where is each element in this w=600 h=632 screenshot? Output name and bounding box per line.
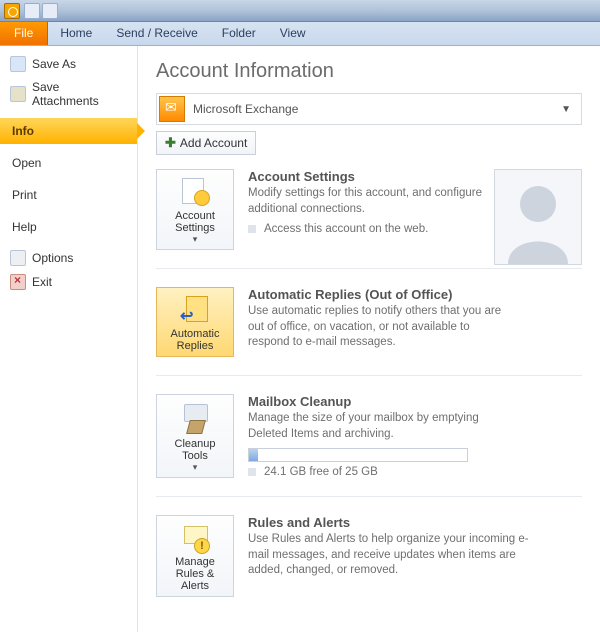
- sidebar-print[interactable]: Print: [0, 182, 137, 208]
- rules-alerts-icon: [178, 522, 212, 552]
- person-silhouette-icon: [498, 174, 578, 264]
- sidebar-item-label: Print: [12, 188, 37, 202]
- section-description: Modify settings for this account, and co…: [248, 186, 508, 217]
- section-heading: Rules and Alerts: [248, 515, 582, 530]
- sidebar-exit[interactable]: Exit: [0, 270, 137, 294]
- exchange-icon: [159, 96, 185, 122]
- sidebar-item-label: Options: [32, 251, 73, 265]
- cleanup-icon: [178, 404, 212, 434]
- plus-icon: ✚: [165, 135, 176, 151]
- ribbon-tab-folder[interactable]: Folder: [210, 22, 268, 45]
- sidebar-open[interactable]: Open: [0, 150, 137, 176]
- sidebar-item-label: Open: [12, 156, 41, 170]
- section-mailbox-cleanup: Cleanup Tools ▾ Mailbox Cleanup Manage t…: [156, 375, 582, 496]
- sidebar-save-attachments[interactable]: Save Attachments: [0, 76, 137, 112]
- profile-avatar: [494, 169, 582, 265]
- sidebar-save-as[interactable]: Save As: [0, 52, 137, 76]
- cleanup-tools-button[interactable]: Cleanup Tools ▾: [156, 394, 234, 478]
- dropdown-caret-icon: ▾: [193, 234, 198, 245]
- button-label: Add Account: [180, 136, 247, 150]
- sidebar-help[interactable]: Help: [0, 214, 137, 240]
- manage-rules-alerts-button[interactable]: Manage Rules & Alerts: [156, 515, 234, 597]
- button-label: Manage Rules & Alerts: [161, 556, 229, 592]
- section-description: Manage the size of your mailbox by empty…: [248, 411, 508, 442]
- ribbon-tab-file[interactable]: File: [0, 22, 48, 45]
- section-rules-alerts: Manage Rules & Alerts Rules and Alerts U…: [156, 496, 582, 615]
- outlook-app-icon: [4, 3, 20, 19]
- sidebar-item-label: Info: [12, 124, 34, 138]
- account-name: Microsoft Exchange: [193, 102, 557, 116]
- dropdown-caret-icon: ▾: [193, 462, 198, 473]
- save-icon: [10, 56, 26, 72]
- sidebar-item-label: Exit: [32, 275, 52, 289]
- ribbon-tabs: File Home Send / Receive Folder View: [0, 22, 600, 46]
- button-label: Automatic Replies: [161, 328, 229, 352]
- backstage-sidebar: Save As Save Attachments Info Open Print…: [0, 46, 138, 632]
- sidebar-item-label: Save Attachments: [32, 80, 127, 108]
- exit-icon: [10, 274, 26, 290]
- backstage-content: Account Information Microsoft Exchange ▼…: [138, 46, 600, 632]
- mailbox-usage-gauge: [248, 448, 468, 462]
- window-titlebar: [0, 0, 600, 22]
- button-label: Cleanup Tools: [161, 438, 229, 462]
- options-icon: [10, 250, 26, 266]
- button-label: Account Settings: [161, 210, 229, 234]
- sidebar-options[interactable]: Options: [0, 246, 137, 270]
- section-account-settings: Account Settings ▾ Account Settings Modi…: [156, 155, 582, 268]
- gauge-fill: [249, 449, 258, 461]
- ribbon-tab-view[interactable]: View: [268, 22, 318, 45]
- section-description: Use Rules and Alerts to help organize yo…: [248, 532, 548, 579]
- add-account-button[interactable]: ✚ Add Account: [156, 131, 256, 155]
- ribbon-tab-home[interactable]: Home: [48, 22, 104, 45]
- account-settings-icon: [178, 176, 212, 206]
- section-automatic-replies: Automatic Replies Automatic Replies (Out…: [156, 268, 582, 375]
- ribbon-tab-send-receive[interactable]: Send / Receive: [104, 22, 209, 45]
- account-settings-button[interactable]: Account Settings ▾: [156, 169, 234, 250]
- dropdown-caret-icon: ▼: [557, 104, 575, 115]
- page-title: Account Information: [156, 60, 582, 83]
- automatic-replies-icon: [178, 294, 212, 324]
- sidebar-info[interactable]: Info: [0, 118, 137, 144]
- section-description: Use automatic replies to notify others t…: [248, 304, 508, 351]
- qat-icon[interactable]: [42, 3, 58, 19]
- account-selector[interactable]: Microsoft Exchange ▼: [156, 93, 582, 125]
- attachment-icon: [10, 86, 26, 102]
- section-heading: Automatic Replies (Out of Office): [248, 287, 582, 302]
- section-heading: Mailbox Cleanup: [248, 394, 582, 409]
- sidebar-item-label: Help: [12, 220, 37, 234]
- qat-icon[interactable]: [24, 3, 40, 19]
- automatic-replies-button[interactable]: Automatic Replies: [156, 287, 234, 357]
- mailbox-free-label: 24.1 GB free of 25 GB: [248, 466, 582, 478]
- sidebar-item-label: Save As: [32, 57, 76, 71]
